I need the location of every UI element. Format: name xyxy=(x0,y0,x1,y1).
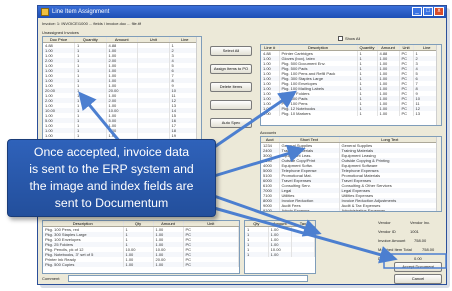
blank-button[interactable] xyxy=(210,100,252,110)
table-cell: 9100 xyxy=(261,208,280,211)
close-button[interactable]: x xyxy=(434,7,444,16)
table-cell: Administrative Expenses xyxy=(339,208,441,211)
matched-total-label: Matched Item Total xyxy=(378,247,412,252)
accept-document-button[interactable]: Accept Document xyxy=(394,262,442,272)
table-cell: Pkg. 10 Markers xyxy=(279,111,358,116)
show-all-toggle[interactable]: Show All xyxy=(338,36,360,41)
invoice-amount-label: Invoice Amount xyxy=(378,238,406,243)
minimize-button[interactable]: _ xyxy=(412,7,422,16)
accounts-label: Accounts xyxy=(260,130,277,135)
assigned-items-grid[interactable]: Description Qty Amount Unit Pkg. 100 Pens, … xyxy=(42,220,240,274)
table-cell: 1.00 xyxy=(377,111,400,116)
table-cell: Pkg. 500 Copies xyxy=(43,262,124,267)
invoice-label: Invoice: xyxy=(42,21,56,26)
table-cell: 1 xyxy=(245,252,269,257)
table-cell: 1.00 xyxy=(153,262,184,267)
callout-line-3: the image and index fields are xyxy=(29,179,194,193)
assigned-row[interactable]: Pkg. 500 Copies 1.00 1.00 PC xyxy=(43,262,239,267)
show-all-label: Show All xyxy=(345,36,361,41)
account-row[interactable]: 9100 Admin Expense Administrative Expenses xyxy=(261,208,441,211)
callout-box: Once accepted, invoice data is sent to t… xyxy=(7,139,216,217)
vendor-id-value: 1001 xyxy=(410,229,419,234)
auto-spec-button[interactable]: Auto Spec xyxy=(210,118,252,128)
column-header[interactable]: Quantity xyxy=(357,45,378,51)
table-cell: 1.00 xyxy=(123,262,154,267)
assigned-amounts-grid[interactable]: Qty Amount Tax 1 1.00 1 1.00 1 1.00 1 1.00 1 10.00 1… xyxy=(244,220,316,274)
table-cell: PC xyxy=(399,111,414,116)
invoice-amount-value: 758.00 xyxy=(414,238,427,243)
po-item-row[interactable]: 1.00 Pkg. 10 Markers 1 1.00 PC 13 xyxy=(261,111,441,116)
difference-label: Difference xyxy=(378,256,397,261)
table-cell: Admin Expense xyxy=(279,208,340,211)
table-cell: 1 xyxy=(357,111,378,116)
table-cell xyxy=(291,252,315,257)
delete-items-button[interactable]: Delete Items xyxy=(210,82,252,92)
accounts-grid[interactable]: Acct Short Text Long Text 1234 General Supp… xyxy=(260,136,442,212)
comment-label: Comment: xyxy=(42,276,61,281)
vendor-label: Vendor xyxy=(378,220,391,225)
vendor-id-label: Vendor ID xyxy=(378,229,396,234)
window-title: Line Item Assignment xyxy=(52,9,110,15)
po-items-grid[interactable]: Line # Description Quantity Amount Unit Line … xyxy=(260,44,442,126)
unassigned-label: Unassigned Invoices xyxy=(42,30,79,35)
callout-line-4: sent to Documentum xyxy=(54,196,169,210)
matched-total-value: 758.00 xyxy=(422,247,435,252)
callout-text: Once accepted, invoice data is sent to t… xyxy=(29,144,194,212)
show-all-checkbox[interactable] xyxy=(338,36,343,41)
invoice-path: 1: INVOICE\1000 ... fields \ invoice.doc… xyxy=(56,21,141,26)
assigned-amount-row[interactable]: 1 1.00 xyxy=(245,252,315,257)
vendor-value: Vendor Inc. xyxy=(410,220,431,225)
select-all-button[interactable]: Select All xyxy=(210,46,252,56)
callout-line-2: is sent to the ERP system and xyxy=(29,162,194,176)
comment-input[interactable] xyxy=(68,275,308,282)
app-icon xyxy=(41,8,49,16)
cancel-button[interactable]: Cancel xyxy=(394,274,442,284)
invoice-header: Invoice: 1: INVOICE\1000 ... fields \ in… xyxy=(42,21,292,26)
maximize-button[interactable]: □ xyxy=(423,7,433,16)
title-bar: Line Item Assignment _ □ x xyxy=(38,6,446,18)
difference-value: 0.00 xyxy=(414,256,422,261)
table-cell: 1.00 xyxy=(268,252,292,257)
callout-line-1: Once accepted, invoice data xyxy=(33,145,190,159)
assign-items-button[interactable]: Assign Items to PO xyxy=(210,64,252,74)
table-cell: 1.00 xyxy=(261,111,280,116)
vertical-scrollbar[interactable] xyxy=(436,45,441,125)
vertical-scrollbar[interactable] xyxy=(436,137,441,211)
table-cell: PC xyxy=(183,262,239,267)
